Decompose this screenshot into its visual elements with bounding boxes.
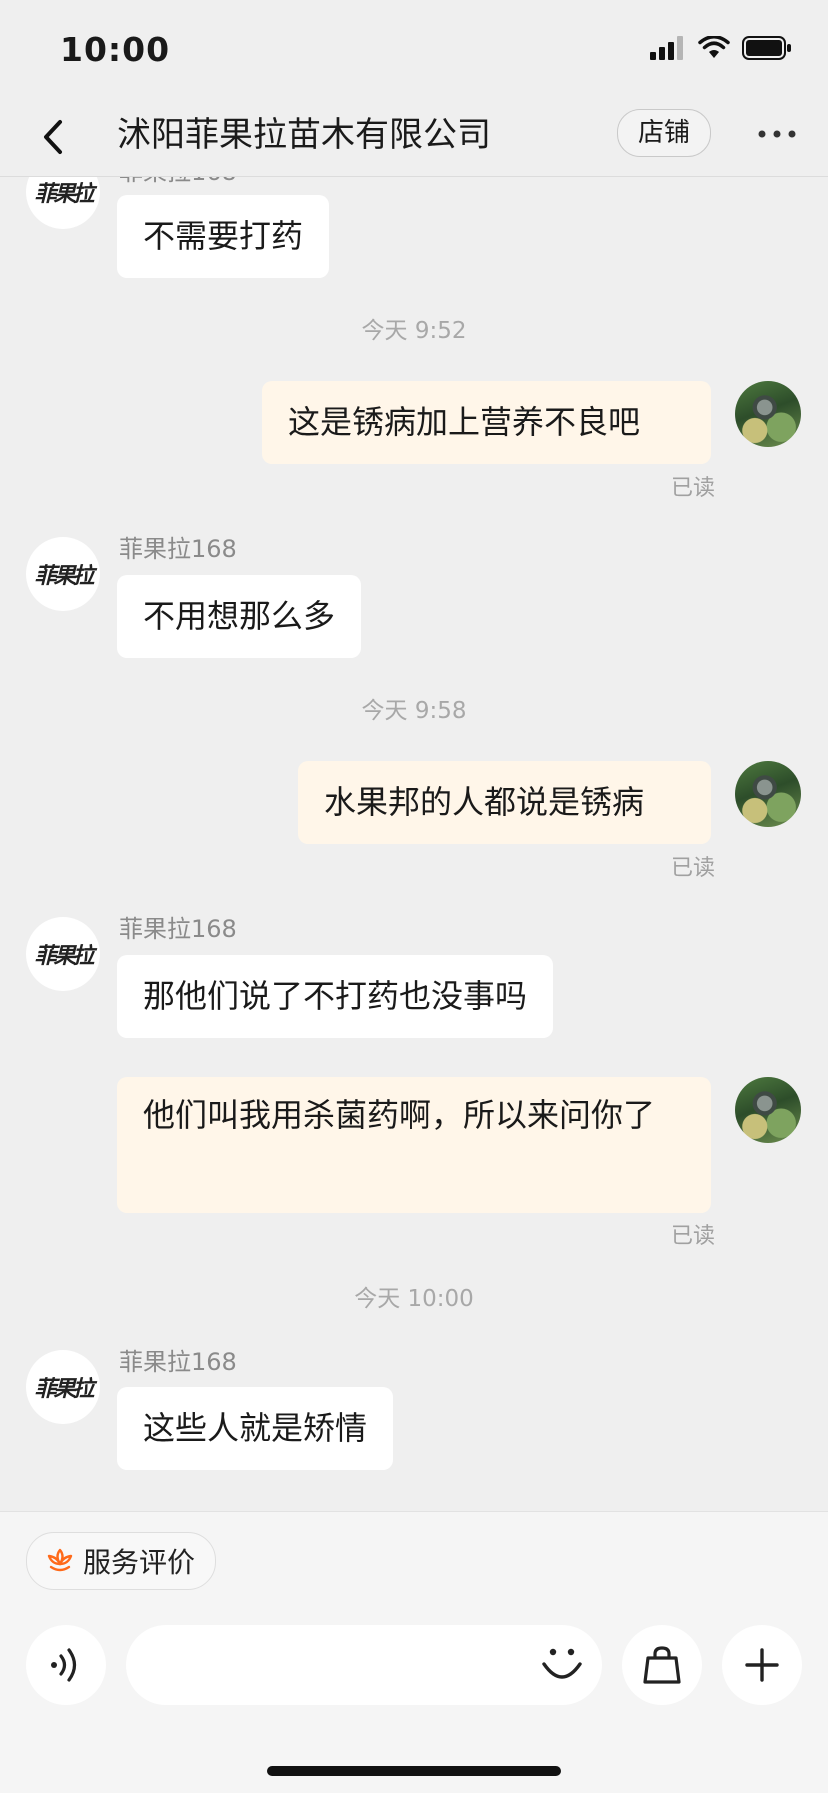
message-input[interactable]	[126, 1625, 602, 1705]
page-title: 沭阳菲果拉苗木有限公司	[117, 115, 491, 155]
user-avatar[interactable]	[735, 1077, 801, 1143]
seller-avatar-logo: 菲果拉	[34, 181, 94, 207]
user-avatar[interactable]	[735, 381, 801, 447]
voice-button[interactable]	[26, 1625, 106, 1705]
message-bubble-outgoing[interactable]: 水果邦的人都说是锈病	[298, 761, 711, 844]
message-bubble-incoming[interactable]: 那他们说了不打药也没事吗	[117, 955, 554, 1038]
status-bar: 10:00	[0, 0, 828, 100]
read-receipt: 已读	[670, 856, 715, 881]
service-review-button[interactable]: 服务评价	[26, 1532, 217, 1590]
sender-name: 菲果拉168	[119, 177, 237, 187]
back-button[interactable]	[28, 108, 78, 166]
seller-avatar[interactable]: 菲果拉	[26, 1350, 100, 1424]
input-bar: 服务评价	[0, 1511, 828, 1793]
sender-name: 菲果拉168	[119, 535, 237, 563]
plus-icon	[745, 1648, 779, 1682]
seller-avatar[interactable]: 菲果拉	[26, 177, 100, 229]
user-avatar[interactable]	[735, 761, 801, 827]
message-bubble-incoming[interactable]: 这些人就是矫情	[117, 1387, 394, 1470]
home-indicator	[267, 1766, 561, 1776]
sender-name: 菲果拉168	[119, 915, 237, 943]
status-icons	[650, 36, 792, 60]
product-button[interactable]	[622, 1625, 702, 1705]
seller-avatar-logo: 菲果拉	[34, 563, 94, 589]
chevron-left-icon	[44, 120, 62, 154]
message-bubble-outgoing[interactable]: 这是锈病加上营养不良吧	[262, 381, 711, 464]
read-receipt: 已读	[670, 1224, 715, 1249]
sender-name: 菲果拉168	[119, 1348, 237, 1376]
service-review-label: 服务评价	[83, 1546, 196, 1579]
nav-bar: 沭阳菲果拉苗木有限公司 店铺	[0, 100, 828, 177]
seller-avatar-logo: 菲果拉	[34, 1376, 94, 1402]
lotus-icon	[47, 1548, 73, 1572]
message-bubble-incoming[interactable]: 不用想那么多	[117, 575, 362, 658]
status-time: 10:00	[60, 30, 171, 69]
timestamp: 今天 10:00	[354, 1286, 474, 1312]
seller-avatar[interactable]: 菲果拉	[26, 537, 100, 611]
seller-avatar[interactable]: 菲果拉	[26, 917, 100, 991]
shop-button[interactable]: 店铺	[617, 109, 711, 157]
wifi-icon	[698, 36, 730, 58]
read-receipt: 已读	[670, 476, 715, 501]
emoji-button[interactable]	[536, 1639, 588, 1691]
battery-icon	[742, 36, 791, 60]
signal-icon	[650, 36, 683, 60]
seller-avatar-logo: 菲果拉	[34, 943, 94, 969]
timestamp: 今天 9:52	[361, 318, 467, 344]
shopping-bag-icon	[643, 1646, 681, 1684]
voice-icon	[51, 1648, 77, 1682]
more-button[interactable]	[752, 114, 802, 154]
more-actions-button[interactable]	[722, 1625, 802, 1705]
message-bubble-outgoing[interactable]: 他们叫我用杀菌药啊，所以来问你了	[117, 1077, 711, 1213]
chat-area[interactable]: 菲果拉 菲果拉168 不需要打药 今天 9:52 这是锈病加上营养不良吧 已读 …	[0, 177, 828, 1511]
emoji-icon	[542, 1648, 582, 1679]
timestamp: 今天 9:58	[361, 698, 467, 724]
more-icon	[758, 130, 796, 138]
message-bubble-incoming[interactable]: 不需要打药	[117, 195, 330, 278]
